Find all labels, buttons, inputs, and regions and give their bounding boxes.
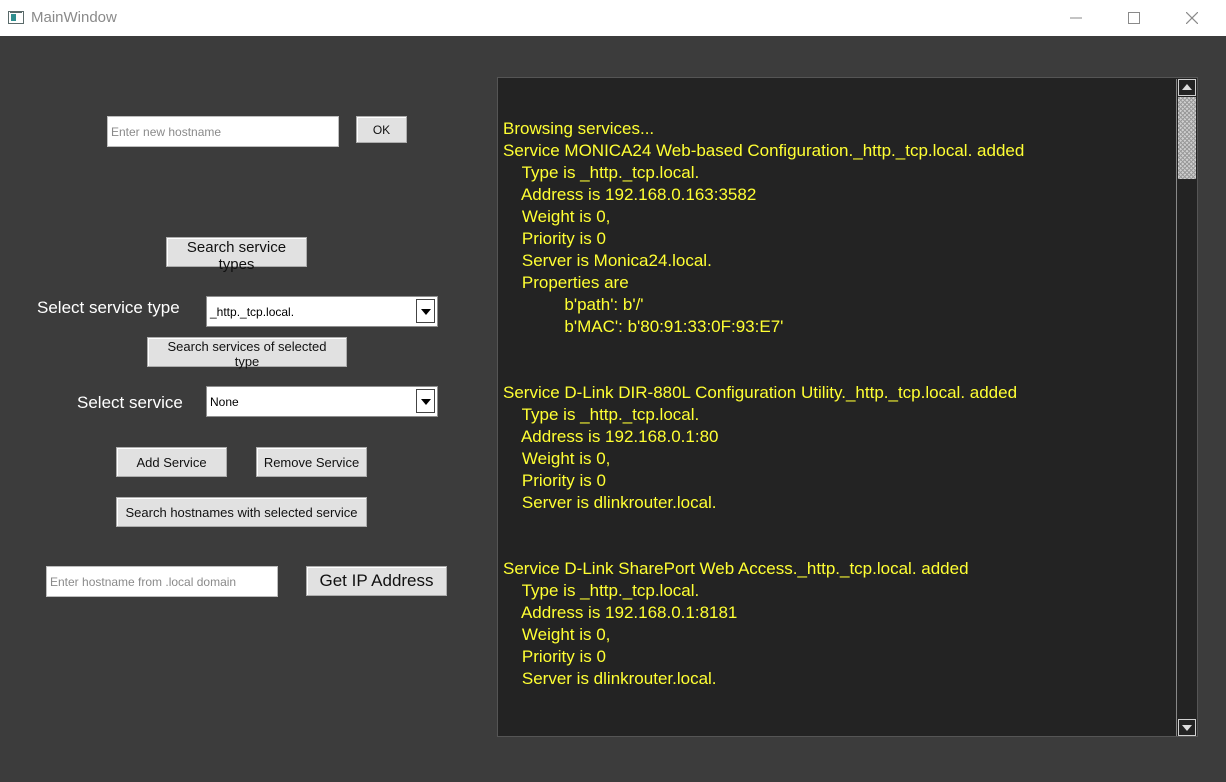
log-line: Weight is 0,	[503, 625, 611, 644]
log-line: Server is Monica24.local.	[503, 251, 712, 270]
log-line: Weight is 0,	[503, 207, 611, 226]
log-scrollbar[interactable]	[1176, 79, 1196, 736]
log-line: Address is 192.168.0.163:3582	[503, 185, 757, 204]
scrollbar-thumb[interactable]	[1178, 97, 1196, 179]
scroll-down-arrow-icon[interactable]	[1178, 719, 1196, 736]
search-service-types-button[interactable]: Search service types	[166, 237, 307, 273]
log-line: Weight is 0,	[503, 449, 611, 468]
minimize-button[interactable]	[1047, 0, 1105, 36]
log-line: Address is 192.168.0.1:8181	[503, 603, 738, 622]
window-title: MainWindow	[31, 9, 117, 26]
log-text: Browsing services... Service MONICA24 Web…	[503, 118, 1173, 690]
service-log-output[interactable]: Browsing services... Service MONICA24 Web…	[497, 77, 1198, 737]
log-line: Browsing services...	[503, 119, 655, 138]
close-button[interactable]	[1163, 0, 1221, 36]
get-ip-address-button[interactable]: Get IP Address	[306, 566, 447, 596]
chevron-down-icon[interactable]	[416, 299, 435, 323]
scroll-up-arrow-icon[interactable]	[1178, 79, 1196, 96]
log-line: Priority is 0	[503, 647, 606, 666]
log-line: Service MONICA24 Web-based Configuration…	[503, 141, 1025, 160]
service-type-select[interactable]: _http._tcp.local.	[206, 296, 438, 327]
service-select[interactable]: None	[206, 386, 438, 417]
log-line: Properties are	[503, 273, 629, 292]
close-icon	[1186, 12, 1198, 24]
log-line: b'path': b'/'	[503, 295, 644, 314]
remove-service-button[interactable]: Remove Service	[256, 447, 367, 477]
service-value: None	[210, 395, 239, 409]
log-line: Priority is 0	[503, 471, 606, 490]
log-line: Priority is 0	[503, 229, 606, 248]
chevron-down-icon[interactable]	[416, 389, 435, 413]
search-services-of-type-button[interactable]: Search services of selected type	[147, 337, 347, 369]
log-line: b'MAC': b'80:91:33:0F:93:E7'	[503, 317, 784, 336]
app-window-icon	[8, 11, 24, 24]
minimize-icon	[1070, 17, 1082, 19]
log-line: Server is dlinkrouter.local.	[503, 493, 717, 512]
title-bar: MainWindow	[0, 0, 1226, 36]
log-line: Type is _http._tcp.local.	[503, 405, 700, 424]
select-service-label: Select service	[77, 393, 183, 412]
maximize-button[interactable]	[1105, 0, 1163, 36]
log-line: Type is _http._tcp.local.	[503, 581, 700, 600]
log-line: Service D-Link SharePort Web Access._htt…	[503, 559, 969, 578]
log-line: Type is _http._tcp.local.	[503, 163, 700, 182]
ok-button[interactable]: OK	[356, 116, 407, 143]
local-hostname-input[interactable]	[46, 566, 278, 597]
log-line: Address is 192.168.0.1:80	[503, 427, 719, 446]
service-type-value: _http._tcp.local.	[210, 305, 295, 319]
add-service-button[interactable]: Add Service	[116, 447, 227, 477]
log-line: Service D-Link DIR-880L Configuration Ut…	[503, 383, 1018, 402]
log-line: Server is dlinkrouter.local.	[503, 669, 717, 688]
select-service-type-label: Select service type	[37, 298, 180, 317]
new-hostname-input[interactable]	[107, 116, 339, 147]
search-hostnames-button[interactable]: Search hostnames with selected service	[116, 497, 367, 527]
maximize-icon	[1128, 12, 1140, 24]
